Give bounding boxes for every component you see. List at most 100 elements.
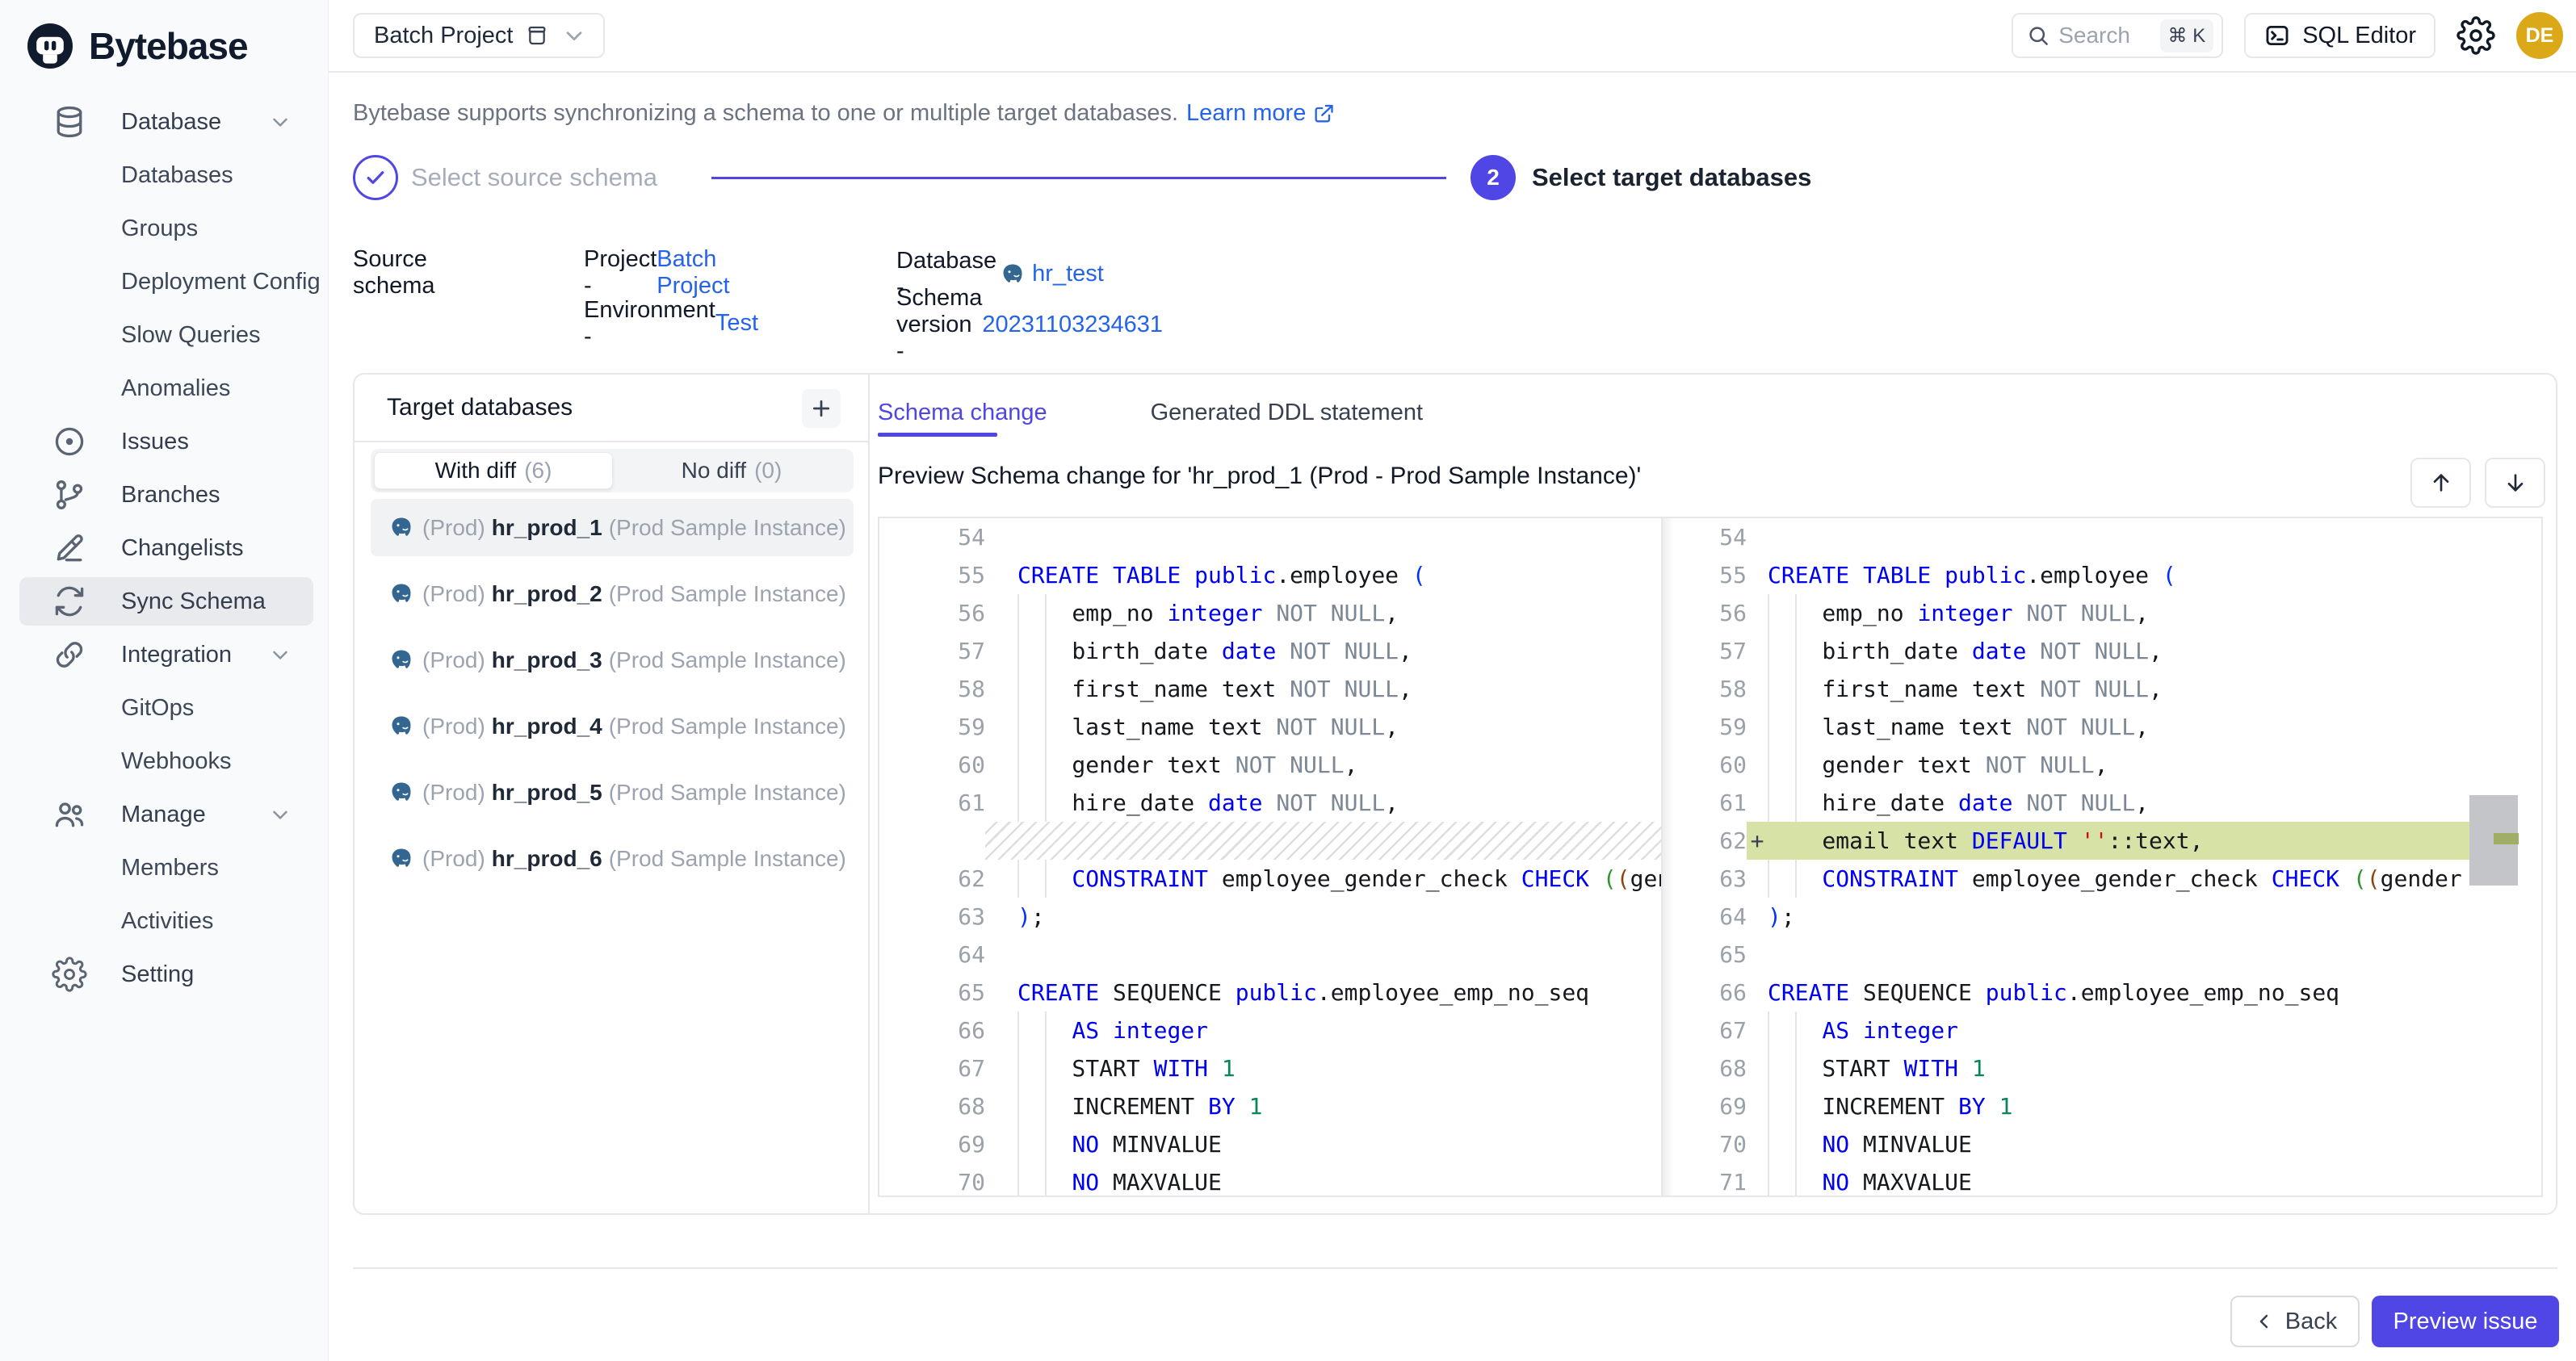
tab-no-diff[interactable]: No diff(0) xyxy=(613,452,850,489)
environment-link[interactable]: Test xyxy=(715,310,758,337)
postgres-icon xyxy=(1000,262,1026,287)
diff-pane-source: 5455CREATE TABLE public.employee (56 emp… xyxy=(879,518,1663,1196)
code-text: NO MINVALUE xyxy=(1768,1125,1972,1163)
tab-generated-ddl[interactable]: Generated DDL statement xyxy=(1151,392,1423,433)
sidebar-item-branches[interactable]: Branches xyxy=(0,468,328,521)
diff-line-58: 58 first_name text NOT NULL, xyxy=(879,670,1661,708)
logo-text: Bytebase xyxy=(89,24,248,68)
database-link[interactable]: hr_test xyxy=(1032,261,1104,287)
diff-pane-target: 5455CREATE TABLE public.employee (56 emp… xyxy=(1663,518,2541,1196)
topbar: Batch Project Search ⌘ K SQL Editor DE xyxy=(329,0,2576,73)
diff-editor[interactable]: 5455CREATE TABLE public.employee (56 emp… xyxy=(878,517,2543,1197)
diff-line-60: 60 gender text NOT NULL, xyxy=(1663,746,2541,784)
diff-line-57: 57 birth_date date NOT NULL, xyxy=(879,632,1661,670)
sidebar-item-slow-queries[interactable]: Slow Queries xyxy=(0,308,328,362)
project-link[interactable]: Batch Project xyxy=(657,246,729,299)
line-number: 59 xyxy=(1663,708,1747,746)
sidebar-item-deployment-config[interactable]: Deployment Config xyxy=(0,255,328,308)
issues-icon xyxy=(52,424,87,459)
sidebar-item-integration[interactable]: Integration xyxy=(0,628,328,681)
db-environment-badge: (Prod) xyxy=(422,780,485,806)
db-row-hr_prod_5[interactable]: (Prod)hr_prod_5(Prod Sample Instance) xyxy=(371,764,854,821)
code-text: gender text NOT NULL, xyxy=(985,746,1357,784)
db-row-hr_prod_6[interactable]: (Prod)hr_prod_6(Prod Sample Instance) xyxy=(371,830,854,887)
sidebar-item-manage[interactable]: Manage xyxy=(0,788,328,841)
diff-line-68: 68 START WITH 1 xyxy=(1663,1049,2541,1087)
sidebar-item-groups[interactable]: Groups xyxy=(0,202,328,255)
diff-line-57: 57 birth_date date NOT NULL, xyxy=(1663,632,2541,670)
sidebar-item-changelists[interactable]: Changelists xyxy=(0,521,328,575)
sidebar-item-label: Databases xyxy=(121,162,233,189)
db-name: hr_prod_3 xyxy=(492,647,602,673)
chevron-down-icon xyxy=(268,643,292,667)
db-row-hr_prod_1[interactable]: (Prod)hr_prod_1(Prod Sample Instance) xyxy=(371,499,854,556)
target-databases-title: Target databases xyxy=(387,394,573,421)
changelist-icon xyxy=(52,530,87,566)
schema-version-link[interactable]: 20231103234631 xyxy=(982,312,1163,338)
search-input[interactable]: Search ⌘ K xyxy=(2012,13,2223,58)
db-instance-label: (Prod Sample Instance) xyxy=(609,515,846,541)
chevron-down-icon xyxy=(561,23,587,48)
code-text: CREATE TABLE public.employee ( xyxy=(985,556,1426,594)
tab-schema-change[interactable]: Schema change xyxy=(878,392,1047,433)
back-button[interactable]: Back xyxy=(2230,1296,2360,1347)
gear-icon[interactable] xyxy=(2456,16,2495,55)
sidebar-item-gitops[interactable]: GitOps xyxy=(0,681,328,735)
code-text: AS integer xyxy=(1768,1011,1958,1049)
sidebar-item-activities[interactable]: Activities xyxy=(0,894,328,948)
next-diff-button[interactable] xyxy=(2485,458,2545,508)
diff-line-66: 66 AS integer xyxy=(879,1011,1661,1049)
preview-issue-button[interactable]: Preview issue xyxy=(2372,1296,2559,1347)
db-instance-label: (Prod Sample Instance) xyxy=(609,581,846,607)
step1-label[interactable]: Select source schema xyxy=(411,155,657,200)
sidebar-item-label: Groups xyxy=(121,216,198,242)
learn-more-link[interactable]: Learn more xyxy=(1186,100,1335,127)
db-row-hr_prod_4[interactable]: (Prod)hr_prod_4(Prod Sample Instance) xyxy=(371,697,854,755)
sidebar-item-label: Integration xyxy=(121,642,232,668)
search-placeholder: Search xyxy=(2058,23,2151,48)
line-number: 55 xyxy=(1663,556,1747,594)
sidebar-item-database[interactable]: Database xyxy=(0,95,328,149)
tab-with-diff[interactable]: With diff(6) xyxy=(374,452,613,489)
prev-diff-button[interactable] xyxy=(2410,458,2471,508)
postgres-icon xyxy=(388,581,414,607)
sql-editor-button[interactable]: SQL Editor xyxy=(2244,13,2435,58)
setting-icon xyxy=(52,957,87,992)
project-selector[interactable]: Batch Project xyxy=(353,13,605,58)
sync-icon xyxy=(52,584,87,619)
postgres-icon xyxy=(388,846,414,872)
sidebar-item-webhooks[interactable]: Webhooks xyxy=(0,735,328,788)
sidebar-item-label: Changelists xyxy=(121,535,244,562)
project-selector-label: Batch Project xyxy=(374,23,513,49)
line-number: 64 xyxy=(879,936,985,974)
sidebar-item-label: Manage xyxy=(121,802,206,828)
schema-view-tabs: Schema change Generated DDL statement xyxy=(878,392,1423,433)
diff-line-69: 69 NO MINVALUE xyxy=(879,1125,1661,1163)
code-text: CONSTRAINT employee_gender_check CHECK (… xyxy=(985,860,1663,898)
sidebar-item-members[interactable]: Members xyxy=(0,841,328,894)
sidebar-item-databases[interactable]: Databases xyxy=(0,149,328,202)
sidebar-item-anomalies[interactable]: Anomalies xyxy=(0,362,328,415)
db-row-hr_prod_2[interactable]: (Prod)hr_prod_2(Prod Sample Instance) xyxy=(371,565,854,622)
line-number: 54 xyxy=(879,518,985,556)
sidebar-item-issues[interactable]: Issues xyxy=(0,415,328,468)
sidebar-nav: Database Databases Groups Deployment Config… xyxy=(0,74,328,1001)
add-target-database-button[interactable] xyxy=(802,389,841,428)
step2-badge: 2 xyxy=(1471,155,1516,200)
integration-icon xyxy=(52,637,87,672)
db-row-hr_prod_3[interactable]: (Prod)hr_prod_3(Prod Sample Instance) xyxy=(371,631,854,689)
code-text: birth_date date NOT NULL, xyxy=(985,632,1412,670)
sidebar-item-label: Branches xyxy=(121,482,220,509)
manage-icon xyxy=(52,797,87,832)
line-number: 70 xyxy=(1663,1125,1747,1163)
sync-card: Target databases With diff(6) No diff(0)… xyxy=(353,373,2557,1215)
code-text: first_name text NOT NULL, xyxy=(985,670,1412,708)
sidebar-item-label: Slow Queries xyxy=(121,322,260,349)
bytebase-logo[interactable]: Bytebase xyxy=(0,0,328,74)
project-label: Project - xyxy=(584,246,657,299)
sidebar-item-sync-schema[interactable]: Sync Schema xyxy=(0,575,328,628)
topbar-actions: Search ⌘ K SQL Editor DE xyxy=(2012,12,2563,59)
sidebar-item-setting[interactable]: Setting xyxy=(0,948,328,1001)
line-number: 69 xyxy=(1663,1087,1747,1125)
avatar[interactable]: DE xyxy=(2516,12,2563,59)
